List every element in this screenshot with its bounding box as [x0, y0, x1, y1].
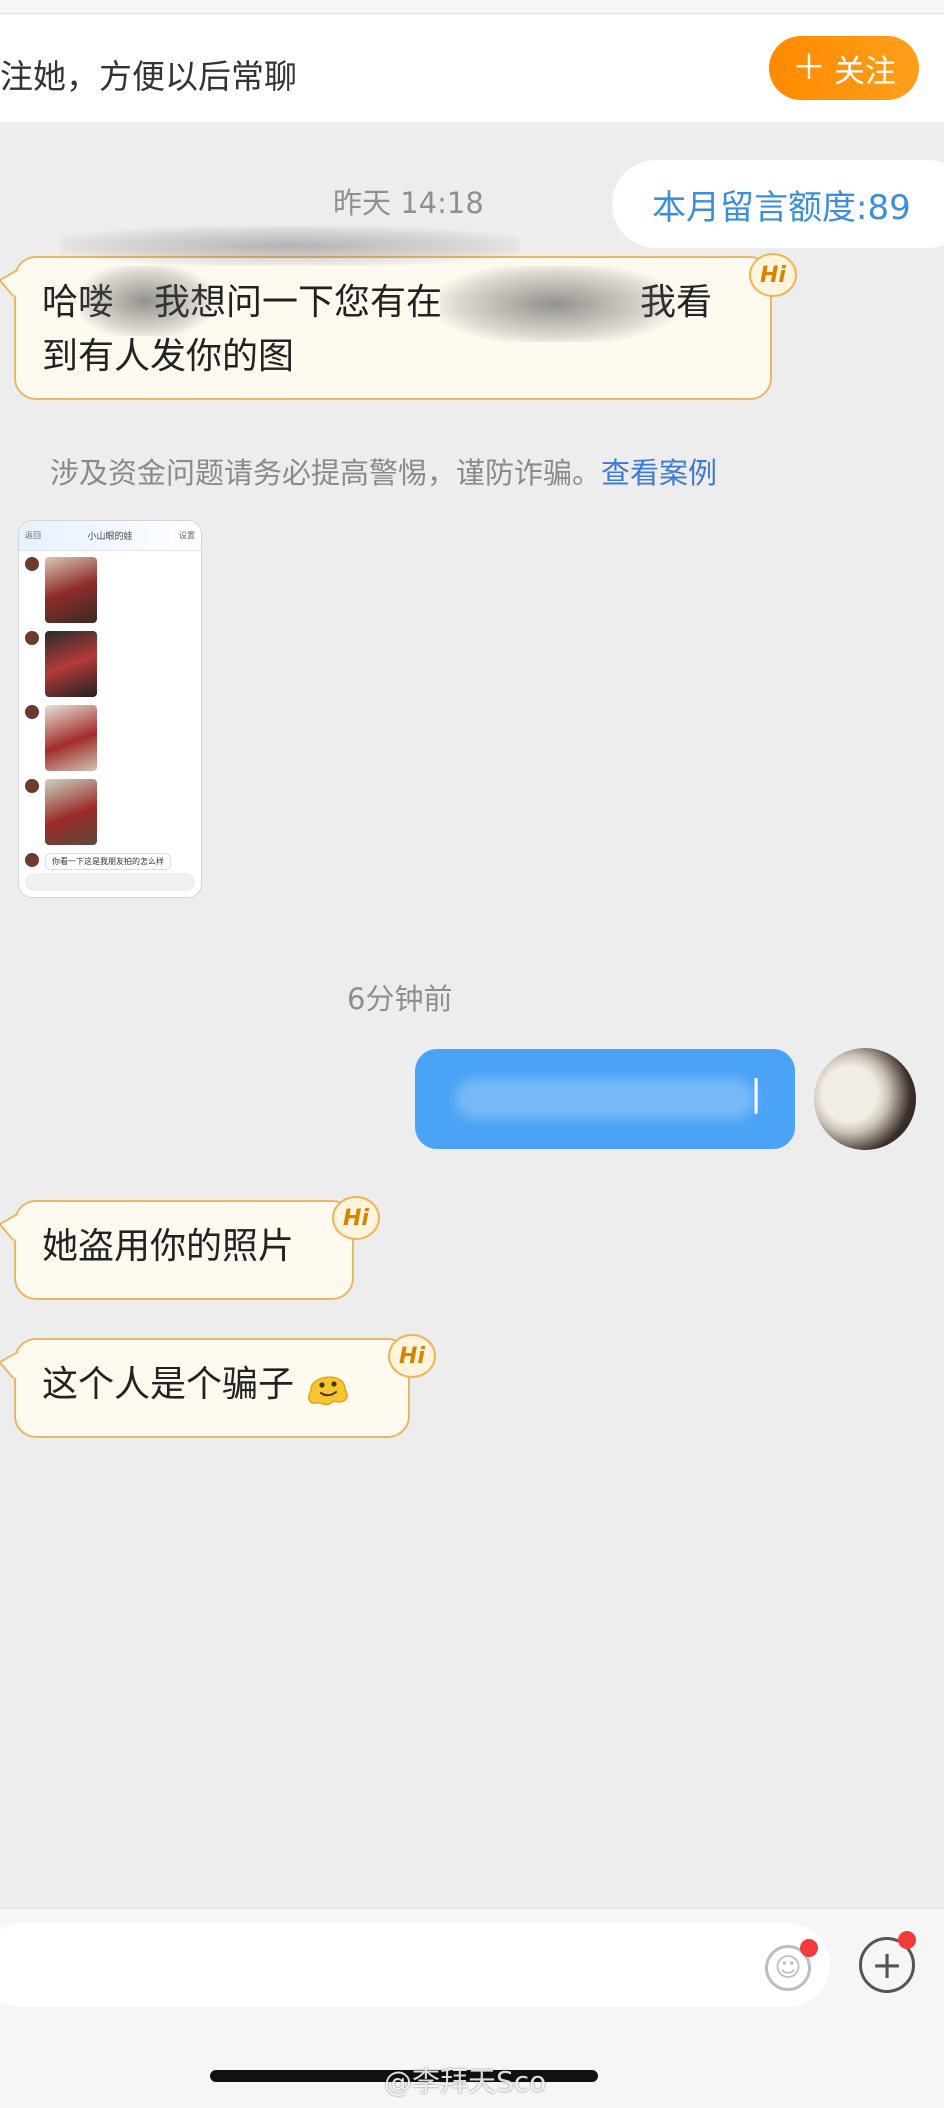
hi-badge-icon: Hi	[332, 1196, 380, 1240]
avatar	[25, 557, 39, 571]
plus-icon: ＋	[792, 48, 826, 88]
thumbnail-title: 小山眼的娃	[87, 532, 133, 542]
notification-dot	[800, 1939, 818, 1957]
photo	[45, 557, 97, 623]
message-text: 这个人是个骗子	[42, 1364, 295, 1405]
notification-dot	[898, 1931, 916, 1949]
thumbnail-message: 你看一下这是我朋友拍的怎么样	[45, 853, 171, 870]
status-bar-edge	[0, 0, 944, 14]
message-text: 她盗用你的照片	[42, 1226, 295, 1267]
redaction-blur	[440, 266, 670, 342]
fraud-warning: 涉及资金问题请务必提高警惕，谨防诈骗。查看案例	[50, 450, 717, 492]
redaction-blur	[60, 226, 520, 266]
redaction-blur	[80, 266, 210, 336]
avatar	[25, 631, 39, 645]
incoming-message-bubble[interactable]: 这个人是个骗子	[14, 1338, 410, 1438]
message-quota-badge: 本月留言额度:89	[612, 160, 944, 248]
image-message-thumbnail[interactable]: 返回 小山眼的娃 设置 你看一下这是我朋友拍的怎么样	[18, 520, 202, 898]
follow-button[interactable]: ＋ 关注	[769, 36, 919, 100]
my-avatar[interactable]	[814, 1048, 916, 1150]
timestamp-yesterday: 昨天 14:18	[333, 186, 484, 220]
thumbnail-settings: 设置	[179, 531, 195, 540]
photo	[45, 705, 97, 771]
fraud-warning-text: 涉及资金问题请务必提高警惕，谨防诈骗。	[50, 456, 602, 490]
thumbnail-header: 返回 小山眼的娃 设置	[19, 521, 201, 551]
thumbnail-input-bar	[25, 873, 195, 891]
melting-face-emoji-icon	[308, 1376, 349, 1406]
photo	[45, 779, 97, 845]
follow-hint-text: 注她，方便以后常聊	[0, 57, 297, 96]
photo	[45, 631, 97, 697]
thumbnail-back: 返回	[25, 531, 41, 540]
timestamp-recent: 6分钟前	[347, 982, 453, 1016]
avatar	[25, 779, 39, 793]
follow-button-label: 关注	[834, 53, 896, 90]
hi-badge-icon: Hi	[388, 1334, 436, 1378]
view-cases-link[interactable]: 查看案例	[601, 456, 717, 490]
message-text: |	[750, 1073, 763, 1114]
avatar	[25, 853, 39, 867]
chat-header: 注她，方便以后常聊 ＋ 关注	[0, 14, 944, 122]
redaction-blur	[455, 1079, 755, 1119]
incoming-message-bubble[interactable]: 她盗用你的照片	[14, 1200, 354, 1300]
outgoing-message-bubble[interactable]: |	[415, 1049, 795, 1149]
message-input[interactable]	[0, 1923, 830, 2007]
hi-badge-icon: Hi	[749, 253, 797, 297]
watermark: @李拜天Sco	[384, 2065, 547, 2098]
avatar	[25, 705, 39, 719]
